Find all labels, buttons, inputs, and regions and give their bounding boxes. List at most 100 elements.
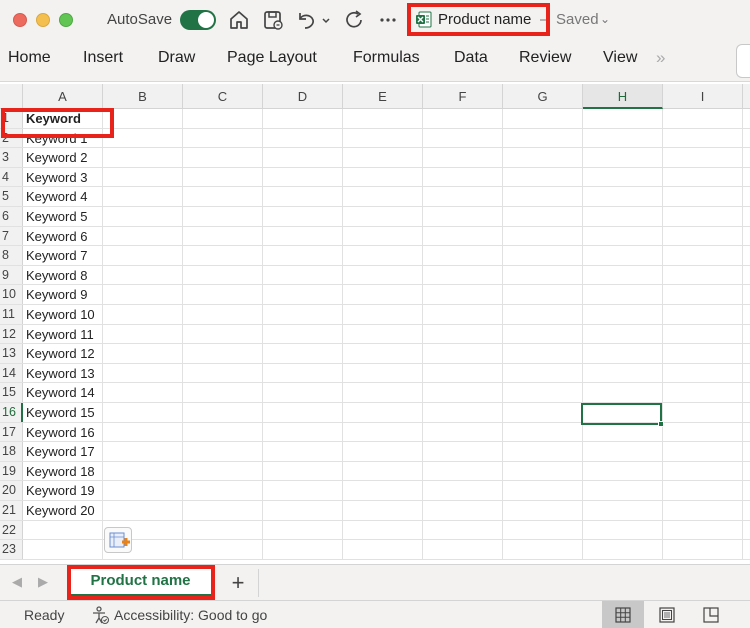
cell[interactable]: [503, 461, 583, 481]
cell[interactable]: [423, 383, 503, 402]
cell[interactable]: [183, 109, 263, 128]
cell[interactable]: [423, 187, 503, 206]
cell[interactable]: [503, 442, 583, 461]
column-header-i[interactable]: I: [663, 84, 743, 109]
cell[interactable]: [423, 128, 503, 148]
cell[interactable]: [583, 246, 663, 265]
row-header[interactable]: 6: [0, 207, 23, 226]
cell[interactable]: [263, 540, 343, 559]
column-header-g[interactable]: G: [503, 84, 583, 109]
accessibility-icon[interactable]: [90, 605, 110, 625]
cell[interactable]: [103, 403, 183, 422]
cell[interactable]: [663, 363, 743, 383]
cell[interactable]: [663, 501, 743, 520]
cell[interactable]: [663, 128, 743, 148]
cell[interactable]: [503, 520, 583, 540]
cell[interactable]: [183, 442, 263, 461]
cell[interactable]: [183, 226, 263, 246]
cell[interactable]: [343, 187, 423, 206]
cell[interactable]: [423, 285, 503, 304]
tab-review[interactable]: Review: [519, 49, 571, 67]
cell[interactable]: [663, 109, 743, 128]
cell[interactable]: [343, 305, 423, 324]
cell[interactable]: [343, 540, 423, 559]
cell[interactable]: [583, 501, 663, 520]
cell[interactable]: [183, 187, 263, 206]
row-header[interactable]: 19: [0, 461, 23, 481]
row-header[interactable]: 4: [0, 167, 23, 187]
cell[interactable]: [103, 148, 183, 167]
cell[interactable]: [583, 383, 663, 402]
row-header[interactable]: 13: [0, 344, 23, 363]
cell[interactable]: [583, 128, 663, 148]
cell[interactable]: [503, 501, 583, 520]
cell[interactable]: [263, 344, 343, 363]
cell[interactable]: [183, 520, 263, 540]
cell[interactable]: [503, 128, 583, 148]
cell[interactable]: [663, 461, 743, 481]
row-header[interactable]: 22: [0, 520, 23, 540]
accessibility-status[interactable]: Accessibility: Good to go: [114, 607, 267, 623]
cell[interactable]: [343, 363, 423, 383]
cell[interactable]: [343, 167, 423, 187]
cell[interactable]: [583, 481, 663, 500]
cell[interactable]: [343, 383, 423, 402]
cell-a[interactable]: Keyword 18: [23, 461, 103, 481]
sheet-next-icon[interactable]: ▶: [38, 574, 48, 590]
cell[interactable]: [183, 128, 263, 148]
cell[interactable]: [423, 305, 503, 324]
row-header[interactable]: 23: [0, 540, 23, 559]
cell[interactable]: [503, 167, 583, 187]
cell[interactable]: [423, 148, 503, 167]
cell[interactable]: [583, 109, 663, 128]
cell[interactable]: [423, 481, 503, 500]
cell[interactable]: [503, 403, 583, 422]
cell[interactable]: [663, 305, 743, 324]
undo-icon[interactable]: [294, 8, 318, 32]
cell[interactable]: [663, 265, 743, 285]
cell[interactable]: [103, 305, 183, 324]
more-tabs-icon[interactable]: »: [656, 48, 666, 68]
cell[interactable]: [503, 265, 583, 285]
tab-draw[interactable]: Draw: [158, 49, 195, 67]
autosave-toggle[interactable]: [180, 10, 216, 30]
cell[interactable]: [663, 403, 743, 422]
cell-a[interactable]: Keyword 6: [23, 226, 103, 246]
cell[interactable]: [663, 540, 743, 559]
cell[interactable]: [343, 324, 423, 344]
cell[interactable]: [503, 187, 583, 206]
cell[interactable]: [263, 481, 343, 500]
home-icon[interactable]: [227, 8, 251, 32]
cell[interactable]: [663, 226, 743, 246]
cell[interactable]: [263, 285, 343, 304]
cell[interactable]: [343, 442, 423, 461]
cell[interactable]: [583, 363, 663, 383]
page-layout-view-button[interactable]: [646, 601, 688, 628]
cell[interactable]: [423, 403, 503, 422]
tab-formulas[interactable]: Formulas: [353, 49, 420, 67]
cell[interactable]: [183, 501, 263, 520]
cell[interactable]: [103, 481, 183, 500]
cell[interactable]: [343, 148, 423, 167]
cell[interactable]: [183, 246, 263, 265]
cell-a[interactable]: Keyword 5: [23, 207, 103, 226]
row-header[interactable]: 15: [0, 383, 23, 402]
fill-handle[interactable]: [658, 421, 664, 427]
cell[interactable]: [503, 285, 583, 304]
cell[interactable]: [503, 207, 583, 226]
cell[interactable]: [423, 501, 503, 520]
cell[interactable]: [183, 207, 263, 226]
cell-a[interactable]: Keyword 19: [23, 481, 103, 500]
cell[interactable]: [583, 265, 663, 285]
cell[interactable]: [423, 226, 503, 246]
cell[interactable]: [503, 226, 583, 246]
cell[interactable]: [423, 324, 503, 344]
row-header[interactable]: 8: [0, 246, 23, 265]
cell[interactable]: [343, 226, 423, 246]
cell[interactable]: [343, 344, 423, 363]
column-header-e[interactable]: E: [343, 84, 423, 109]
cell-a[interactable]: Keyword 10: [23, 305, 103, 324]
cell[interactable]: [343, 109, 423, 128]
redo-icon[interactable]: [343, 8, 367, 32]
cell-a[interactable]: Keyword 17: [23, 442, 103, 461]
